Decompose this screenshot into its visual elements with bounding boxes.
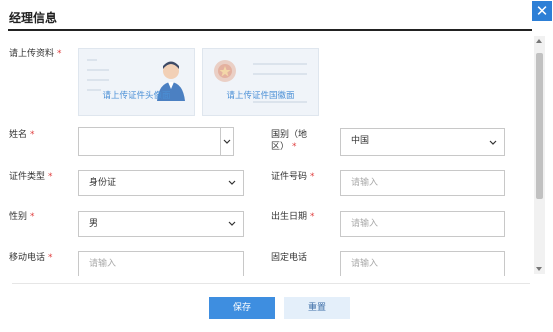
landline-label-wrap: 固定电话: [271, 252, 307, 264]
id-type-value: 身份证: [89, 178, 117, 188]
close-button[interactable]: ✕: [532, 1, 552, 21]
required-mark: *: [310, 172, 315, 182]
mobile-placeholder: 请输入: [89, 259, 117, 269]
chevron-down-icon: [489, 129, 499, 153]
national-emblem-icon: [214, 60, 307, 103]
chevron-down-icon: [228, 212, 238, 236]
upload-portrait-card[interactable]: 请上传证件头像面: [78, 48, 195, 116]
country-value: 中国: [351, 136, 370, 146]
required-mark: *: [292, 142, 297, 152]
scroll-down-icon[interactable]: [536, 267, 542, 271]
id-type-select[interactable]: 身份证: [78, 170, 244, 196]
id-number-placeholder: 请输入: [351, 178, 379, 188]
name-label: 姓名: [9, 130, 28, 140]
upload-label-wrap: 请上传资料 *: [9, 48, 62, 60]
footer-divider: [12, 283, 530, 284]
scrollbar-thumb[interactable]: [536, 53, 543, 199]
upload-label: 请上传资料: [9, 49, 55, 59]
required-mark: *: [30, 212, 35, 222]
required-mark: *: [57, 49, 62, 59]
title-underline: [8, 29, 532, 31]
country-label-wrap: 国别（地 区） *: [271, 129, 307, 153]
gender-value: 男: [89, 219, 99, 229]
country-label-line1: 国别（地: [271, 130, 308, 140]
gender-label: 性别: [9, 212, 28, 222]
country-select[interactable]: 中国: [340, 128, 505, 156]
required-mark: *: [48, 172, 53, 182]
upload-emblem-card[interactable]: 请上传证件国徽面: [202, 48, 319, 116]
name-select[interactable]: [78, 127, 234, 156]
country-label-line2: 区）: [271, 142, 290, 152]
required-mark: *: [310, 212, 315, 222]
gender-select[interactable]: 男: [78, 211, 244, 237]
id-card-portrait-icon: [87, 59, 185, 101]
manager-info-dialog: 经理信息 ✕ 请上传资料 * 请上传证件头像面 请上传证件国徽面 姓名 * 国别…: [0, 0, 553, 332]
id-type-label-wrap: 证件类型 *: [9, 171, 53, 183]
birth-date-input[interactable]: 请输入: [340, 211, 505, 237]
mobile-label-wrap: 移动电话 *: [9, 252, 53, 264]
birth-date-label: 出生日期: [271, 212, 308, 222]
dialog-title: 经理信息: [9, 11, 58, 25]
name-label-wrap: 姓名 *: [9, 129, 35, 141]
id-number-input[interactable]: 请输入: [340, 170, 505, 196]
mobile-label: 移动电话: [9, 253, 46, 263]
save-button[interactable]: 保存: [209, 297, 275, 319]
birth-date-label-wrap: 出生日期 *: [271, 211, 315, 223]
upload-emblem-text: 请上传证件国徽面: [226, 91, 295, 101]
gender-label-wrap: 性别 *: [9, 211, 35, 223]
chevron-down-icon: [223, 139, 231, 144]
landline-placeholder: 请输入: [351, 259, 379, 269]
landline-label: 固定电话: [271, 253, 308, 263]
id-number-label-wrap: 证件号码 *: [271, 171, 315, 183]
close-icon: ✕: [535, 2, 549, 20]
id-number-label: 证件号码: [271, 172, 308, 182]
mobile-input[interactable]: 请输入: [78, 251, 244, 276]
upload-portrait-text: 请上传证件头像面: [102, 91, 171, 101]
chevron-down-icon: [228, 171, 238, 195]
required-mark: *: [48, 253, 53, 263]
scroll-up-icon[interactable]: [536, 39, 542, 43]
landline-input[interactable]: 请输入: [340, 251, 505, 276]
required-mark: *: [30, 130, 35, 140]
reset-button[interactable]: 重置: [284, 297, 350, 319]
name-dropdown-toggle[interactable]: [220, 128, 233, 155]
form-scrollbar[interactable]: [534, 36, 545, 274]
birth-date-placeholder: 请输入: [351, 219, 379, 229]
id-type-label: 证件类型: [9, 172, 46, 182]
dialog-title-bar: 经理信息 ✕: [0, 0, 553, 31]
form-content: 请上传资料 * 请上传证件头像面 请上传证件国徽面 姓名 * 国别（地 区） *…: [0, 36, 545, 276]
